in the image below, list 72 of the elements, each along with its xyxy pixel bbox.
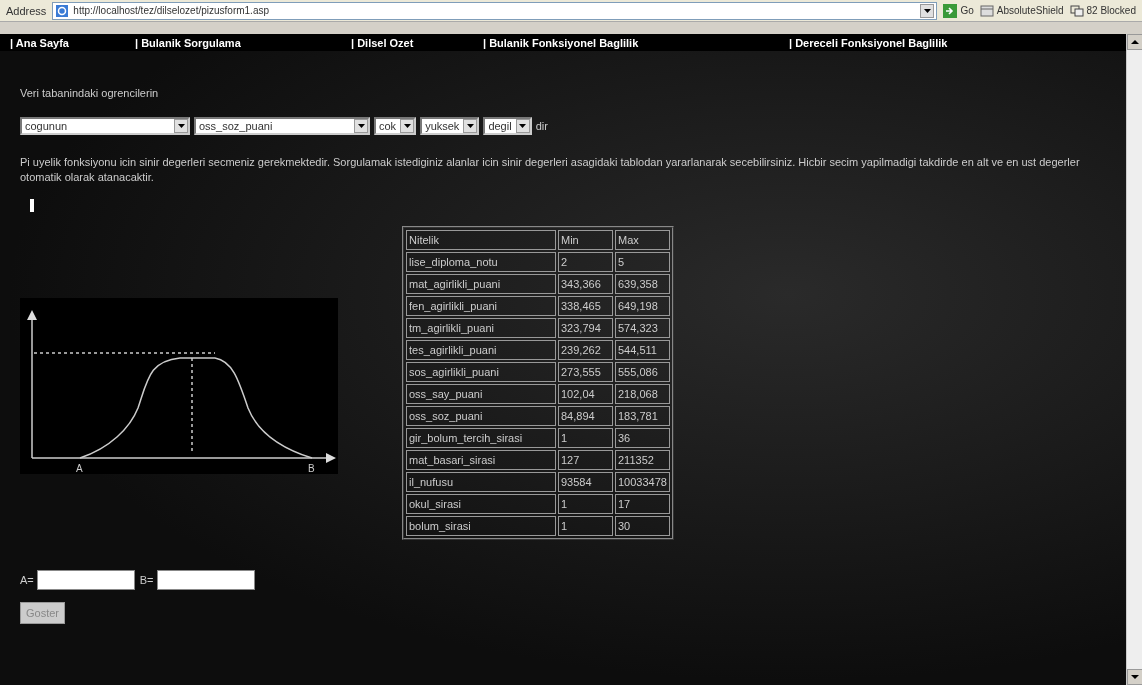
suffix-text: dir — [535, 120, 548, 132]
column-header: Max — [615, 230, 670, 250]
table-cell: 1 — [558, 516, 613, 536]
nav-link[interactable]: | Bulanik Sorgulama — [135, 36, 351, 49]
table-cell: fen_agirlikli_puani — [406, 296, 556, 316]
nav-link[interactable]: | Dilsel Ozet — [351, 36, 483, 49]
table-cell: oss_say_puani — [406, 384, 556, 404]
table-cell: 574,323 — [615, 318, 670, 338]
table-cell: sos_agirlikli_puani — [406, 362, 556, 382]
dropdown[interactable]: yuksek — [420, 117, 480, 135]
table-cell: 273,555 — [558, 362, 613, 382]
nav-link[interactable]: | Bulanik Fonksiyonel Baglilik — [483, 36, 789, 49]
table-cell: 323,794 — [558, 318, 613, 338]
text-cursor-icon — [30, 199, 34, 212]
window-icon — [979, 4, 994, 17]
table-cell: 2 — [558, 252, 613, 272]
table-cell: 1 — [558, 494, 613, 514]
table-cell: 5 — [615, 252, 670, 272]
scrollbar[interactable] — [1126, 34, 1142, 685]
table-cell: 10033478 — [615, 472, 670, 492]
address-field[interactable]: http://localhost/tez/dilselozet/pizusform1.asp — [52, 1, 938, 20]
column-header: Nitelik — [406, 230, 556, 250]
toolbar-button[interactable]: 82 Blocked — [1069, 4, 1136, 17]
nav-link[interactable]: | Ana Sayfa — [10, 36, 135, 49]
table-cell: lise_diploma_notu — [406, 252, 556, 272]
table-cell: bolum_sirasi — [406, 516, 556, 536]
table-cell: 649,198 — [615, 296, 670, 316]
scroll-down-icon — [1127, 669, 1142, 685]
dropdown[interactable]: degil — [483, 117, 532, 135]
field-label: B= — [139, 574, 154, 586]
table-cell: 17 — [615, 494, 670, 514]
url-text: http://localhost/tez/dilselozet/pizusform1.asp — [73, 5, 270, 16]
table-cell: 127 — [558, 450, 613, 470]
table-cell: 36 — [615, 428, 670, 448]
page-icon — [55, 3, 70, 18]
table-cell: tes_agirlikli_puani — [406, 340, 556, 360]
dropdown[interactable]: oss_soz_puani — [194, 117, 370, 135]
table-cell: 84,894 — [558, 406, 613, 426]
table-cell: 218,068 — [615, 384, 670, 404]
input-field[interactable] — [36, 570, 135, 590]
table-cell: mat_agirlikli_puani — [406, 274, 556, 294]
membership-function-drawing: A B — [20, 298, 338, 474]
toolbar-button[interactable]: AbsoluteShield — [979, 4, 1064, 17]
address-label: Address — [6, 4, 47, 17]
table-cell: mat_basari_sirasi — [406, 450, 556, 470]
go-button[interactable]: Go — [943, 3, 974, 18]
table-cell: 102,04 — [558, 384, 613, 404]
table-cell: 1 — [558, 428, 613, 448]
table-cell: okul_sirasi — [406, 494, 556, 514]
input-field[interactable] — [156, 570, 255, 590]
table-cell: il_nufusu — [406, 472, 556, 492]
table-cell: 338,465 — [558, 296, 613, 316]
table-cell: 93584 — [558, 472, 613, 492]
table-cell: gir_bolum_tercih_sirasi — [406, 428, 556, 448]
table-cell: 555,086 — [615, 362, 670, 382]
table-cell: 211352 — [615, 450, 670, 470]
intro-text: Veri tabanindaki ogrencilerin — [20, 87, 160, 99]
table-cell: 239,262 — [558, 340, 613, 360]
table-cell: 343,366 — [558, 274, 613, 294]
nav-link[interactable]: | Dereceli Fonksiyonel Baglilik — [789, 36, 1126, 49]
field-label: A= — [20, 574, 34, 586]
table-cell: oss_soz_puani — [406, 406, 556, 426]
table-cell: 639,358 — [615, 274, 670, 294]
instructions-text: Pi uyelik fonksiyonu icin sinir degerleri secmeniz gerekmektedir. Sorgulamak istediginiz alanlar icin sinir degerleri asagidaki tablodan yararlanarak secebilirsiniz. Hicbir secim yapilmadigi takdirde en alt ve en ust degerler otomatik olarak atanacaktir. — [20, 155, 1081, 185]
table-cell: tm_agirlikli_puani — [406, 318, 556, 338]
dropdown[interactable]: cok — [374, 117, 417, 135]
table-cell: 30 — [615, 516, 670, 536]
windows-icon — [1069, 4, 1084, 17]
dropdown[interactable]: cogunun — [20, 117, 190, 135]
table-cell: 544,511 — [615, 340, 670, 360]
column-header: Min — [558, 230, 613, 250]
table-cell: 183,781 — [615, 406, 670, 426]
